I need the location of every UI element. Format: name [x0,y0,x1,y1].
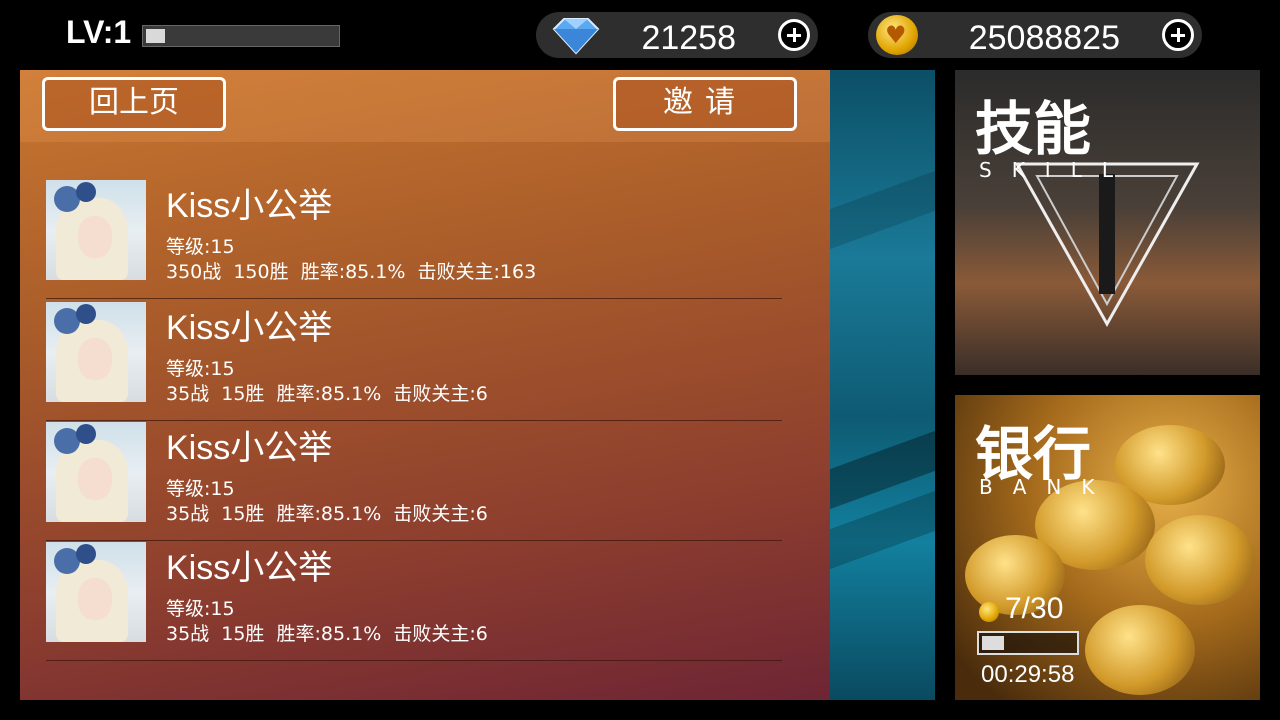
back-button[interactable]: 回上页 [42,77,226,131]
bank-subtitle: BANK [979,475,1115,499]
friend-row[interactable]: Kiss小公举 等级:15 350战 150胜 胜率:85.1% 击败关主:16… [46,180,782,299]
skill-title: 技能 [975,95,1092,163]
avatar [46,180,146,280]
skill-subtitle: SKILL [979,158,1133,182]
xp-bar [142,25,340,47]
xp-bar-fill [146,29,165,43]
decorative-water-strip [830,70,935,700]
bank-progress-bar [977,631,1079,655]
friend-name: Kiss小公举 [166,549,333,587]
heart-coin-icon: ♥ [876,15,918,55]
bank-progress-fill [982,636,1004,650]
friend-stats: 35战 15胜 胜率:85.1% 击败关主:6 [166,383,488,405]
coin-counter: ♥ 25088825 [868,12,1202,58]
bank-card[interactable]: 银行 BANK 7/30 00:29:58 [955,395,1260,700]
friend-stats: 350战 150胜 胜率:85.1% 击败关主:163 [166,261,537,283]
friend-level: 等级:15 [166,598,235,620]
gem-counter: 21258 [536,12,818,58]
avatar [46,422,146,522]
top-bar: LV:1 21258 ♥ 25088825 [0,0,1280,70]
friend-stats: 35战 15胜 胜率:85.1% 击败关主:6 [166,623,488,645]
friend-name: Kiss小公举 [166,309,333,347]
friend-level: 等级:15 [166,236,235,258]
avatar [46,542,146,642]
friend-level: 等级:15 [166,358,235,380]
friend-name: Kiss小公举 [166,187,333,225]
coin-count: 25088825 [968,19,1120,57]
gem-count: 21258 [641,19,736,57]
friend-row[interactable]: Kiss小公举 等级:15 35战 15胜 胜率:85.1% 击败关主:6 [46,422,782,541]
invite-button[interactable]: 邀请 [613,77,797,131]
diamond-icon [552,18,600,55]
friend-stats: 35战 15胜 胜率:85.1% 击败关主:6 [166,503,488,525]
heart-coin-icon [979,602,999,622]
bank-count: 7/30 [1005,592,1064,625]
bank-timer: 00:29:58 [981,661,1075,688]
avatar [46,302,146,402]
player-level: LV:1 [66,14,132,50]
friend-row[interactable]: Kiss小公举 等级:15 35战 15胜 胜率:85.1% 击败关主:6 [46,302,782,421]
add-coins-button[interactable] [1162,19,1194,51]
friend-row[interactable]: Kiss小公举 等级:15 35战 15胜 胜率:85.1% 击败关主:6 [46,542,782,661]
friend-list-panel: 回上页 邀请 Kiss小公举 等级:15 350战 150胜 胜率:85.1% … [20,70,830,700]
add-gems-button[interactable] [778,19,810,51]
skill-card[interactable]: 技能 SKILL [955,70,1260,375]
friend-name: Kiss小公举 [166,429,333,467]
friend-level: 等级:15 [166,478,235,500]
